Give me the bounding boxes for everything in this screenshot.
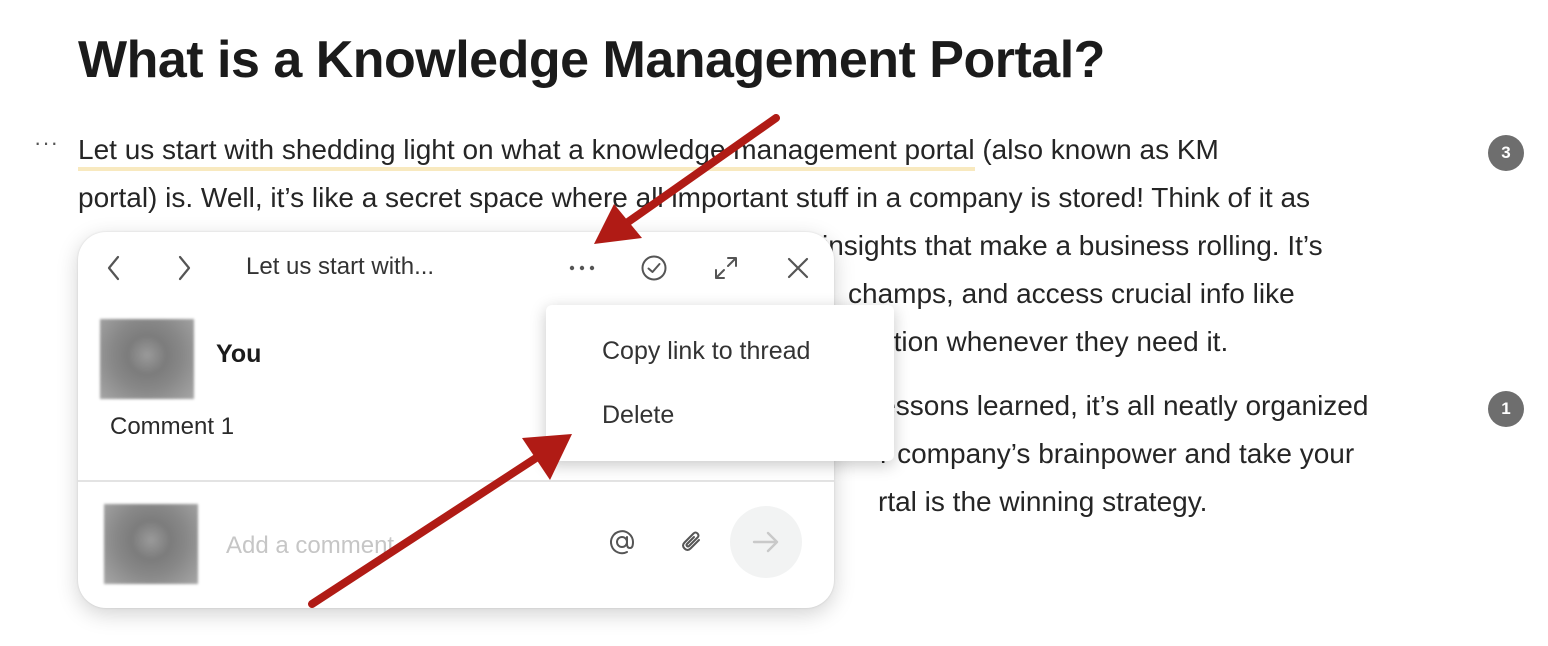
comment-count-badge[interactable]: 1	[1488, 391, 1524, 427]
delete-menu-item[interactable]: Delete	[602, 401, 674, 430]
at-icon	[610, 530, 635, 555]
divider	[78, 480, 834, 482]
previous-thread-button[interactable]	[94, 248, 134, 288]
paragraph-line: lessons learned, it’s all neatly organiz…	[874, 390, 1369, 421]
page-title: What is a Knowledge Management Portal?	[78, 31, 1105, 89]
comment-input[interactable]	[224, 528, 588, 564]
expand-panel-button[interactable]	[706, 248, 746, 288]
comment-author: You	[216, 340, 262, 368]
paragraph-line: insights that make a business rolling. I…	[822, 230, 1323, 261]
next-thread-button[interactable]	[164, 248, 204, 288]
arrow-right-icon	[752, 531, 779, 553]
copy-link-menu-item[interactable]: Copy link to thread	[602, 337, 810, 366]
expand-icon	[715, 257, 737, 279]
paragraph-line: portal) is. Well, it’s like a secret spa…	[78, 182, 1311, 213]
chevron-left-icon	[107, 255, 120, 281]
paragraph-line: champs, and access crucial info like	[848, 278, 1295, 309]
more-options-button[interactable]	[562, 248, 602, 288]
avatar	[100, 319, 194, 399]
block-handle-icon[interactable]: ···	[34, 130, 59, 156]
paragraph-line: rtal is the winning strategy.	[878, 486, 1208, 517]
check-circle-icon	[641, 255, 667, 281]
comment-body: Comment 1	[110, 413, 235, 440]
avatar	[104, 504, 198, 584]
thread-title: Let us start with...	[246, 253, 435, 280]
more-horizontal-icon	[569, 265, 595, 271]
paragraph-text: (also known as KM	[974, 134, 1219, 165]
mention-button[interactable]	[602, 522, 642, 562]
paragraph-line: r company’s brainpower and take your	[880, 438, 1355, 469]
comment-count-badge[interactable]: 3	[1488, 135, 1524, 171]
paragraph-line: Let us start with shedding light on what…	[78, 130, 1219, 171]
commented-text-highlight[interactable]: Let us start with shedding light on what…	[78, 134, 975, 171]
document-page: What is a Knowledge Management Portal? ·…	[0, 0, 1548, 646]
paperclip-icon	[682, 531, 700, 551]
close-panel-button[interactable]	[778, 248, 818, 288]
resolve-thread-button[interactable]	[634, 248, 674, 288]
send-comment-button[interactable]	[730, 506, 802, 578]
thread-options-menu: Copy link to thread Delete	[546, 305, 894, 461]
attach-file-button[interactable]	[672, 522, 712, 562]
close-icon	[787, 257, 809, 279]
paragraph-line: ation whenever they need it.	[878, 326, 1229, 357]
chevron-right-icon	[178, 255, 191, 281]
